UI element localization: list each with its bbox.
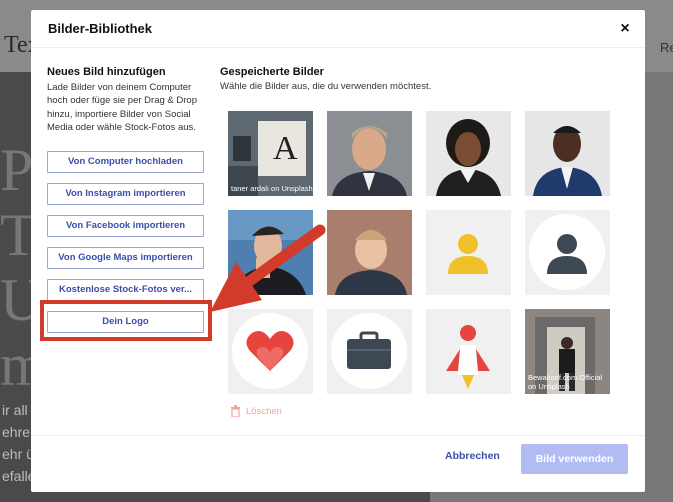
image-tile-man-glasses-thinking[interactable] <box>228 210 313 295</box>
footer-divider <box>31 435 645 436</box>
person-icon <box>529 214 605 290</box>
portrait-photo <box>426 111 511 196</box>
image-library-modal: Bilder-Bibliothek × Neues Bild hinzufüge… <box>31 10 645 492</box>
svg-text:A: A <box>273 130 298 167</box>
image-tile-desk-letter-a[interactable]: A taner ardalı on Unsplash <box>228 111 313 196</box>
image-tile-man-blue-suit[interactable] <box>525 111 610 196</box>
add-image-description: Lade Bilder von deinem Computer hoch ode… <box>47 82 197 134</box>
briefcase-icon <box>331 313 407 389</box>
close-icon[interactable]: × <box>617 20 633 38</box>
background-body-line: ir all <box>2 402 28 418</box>
modal-header: Bilder-Bibliothek × <box>31 10 645 48</box>
image-tile-person-yellow-icon[interactable] <box>426 210 511 295</box>
trash-icon <box>231 405 240 417</box>
image-tile-man-smiling-wall[interactable] <box>327 210 412 295</box>
heart-icon <box>232 313 308 389</box>
import-facebook-button[interactable]: Von Facebook importieren <box>47 215 204 237</box>
person-icon <box>448 234 488 274</box>
image-credit: Bewakoof.com Official on Unsplash <box>528 373 603 391</box>
background-nav-text: Re <box>660 40 673 55</box>
add-image-title: Neues Bild hinzufügen <box>47 66 166 78</box>
portrait-photo <box>525 111 610 196</box>
modal-title: Bilder-Bibliothek <box>48 21 153 36</box>
delete-button[interactable]: Löschen <box>230 405 282 417</box>
portrait-photo <box>228 210 313 295</box>
image-tile-person-grey-icon[interactable] <box>525 210 610 295</box>
image-tile-man-doorway[interactable]: Bewakoof.com Official on Unsplash <box>525 309 610 394</box>
upload-computer-button[interactable]: Von Computer hochladen <box>47 151 204 173</box>
rocket-icon <box>446 325 490 389</box>
highlight-box <box>40 300 212 341</box>
image-tile-briefcase-icon[interactable] <box>327 309 412 394</box>
image-tile-woman-smiling[interactable] <box>426 111 511 196</box>
stock-photos-button[interactable]: Kostenlose Stock-Fotos ver... <box>47 279 204 301</box>
image-tile-man-suit-grey[interactable] <box>327 111 412 196</box>
image-tile-heart-icon[interactable] <box>228 309 313 394</box>
portrait-photo <box>327 210 412 295</box>
import-google-maps-button[interactable]: Von Google Maps importieren <box>47 247 204 269</box>
background-body-line: ehr ü <box>2 446 34 462</box>
import-instagram-button[interactable]: Von Instagram importieren <box>47 183 204 205</box>
saved-images-title: Gespeicherte Bilder <box>220 66 324 78</box>
image-tile-rocket-icon[interactable] <box>426 309 511 394</box>
saved-images-section: Gespeicherte Bilder Wähle die Bilder aus… <box>220 66 630 92</box>
saved-images-description: Wähle die Bilder aus, die du verwenden m… <box>220 81 432 92</box>
delete-label: Löschen <box>246 405 282 417</box>
image-credit: taner ardalı on Unsplash <box>231 184 313 193</box>
use-image-button[interactable]: Bild verwenden <box>521 444 628 474</box>
portrait-photo <box>327 111 412 196</box>
add-image-section: Neues Bild hinzufügen Lade Bilder von de… <box>47 66 207 135</box>
cancel-button[interactable]: Abbrechen <box>445 450 500 462</box>
